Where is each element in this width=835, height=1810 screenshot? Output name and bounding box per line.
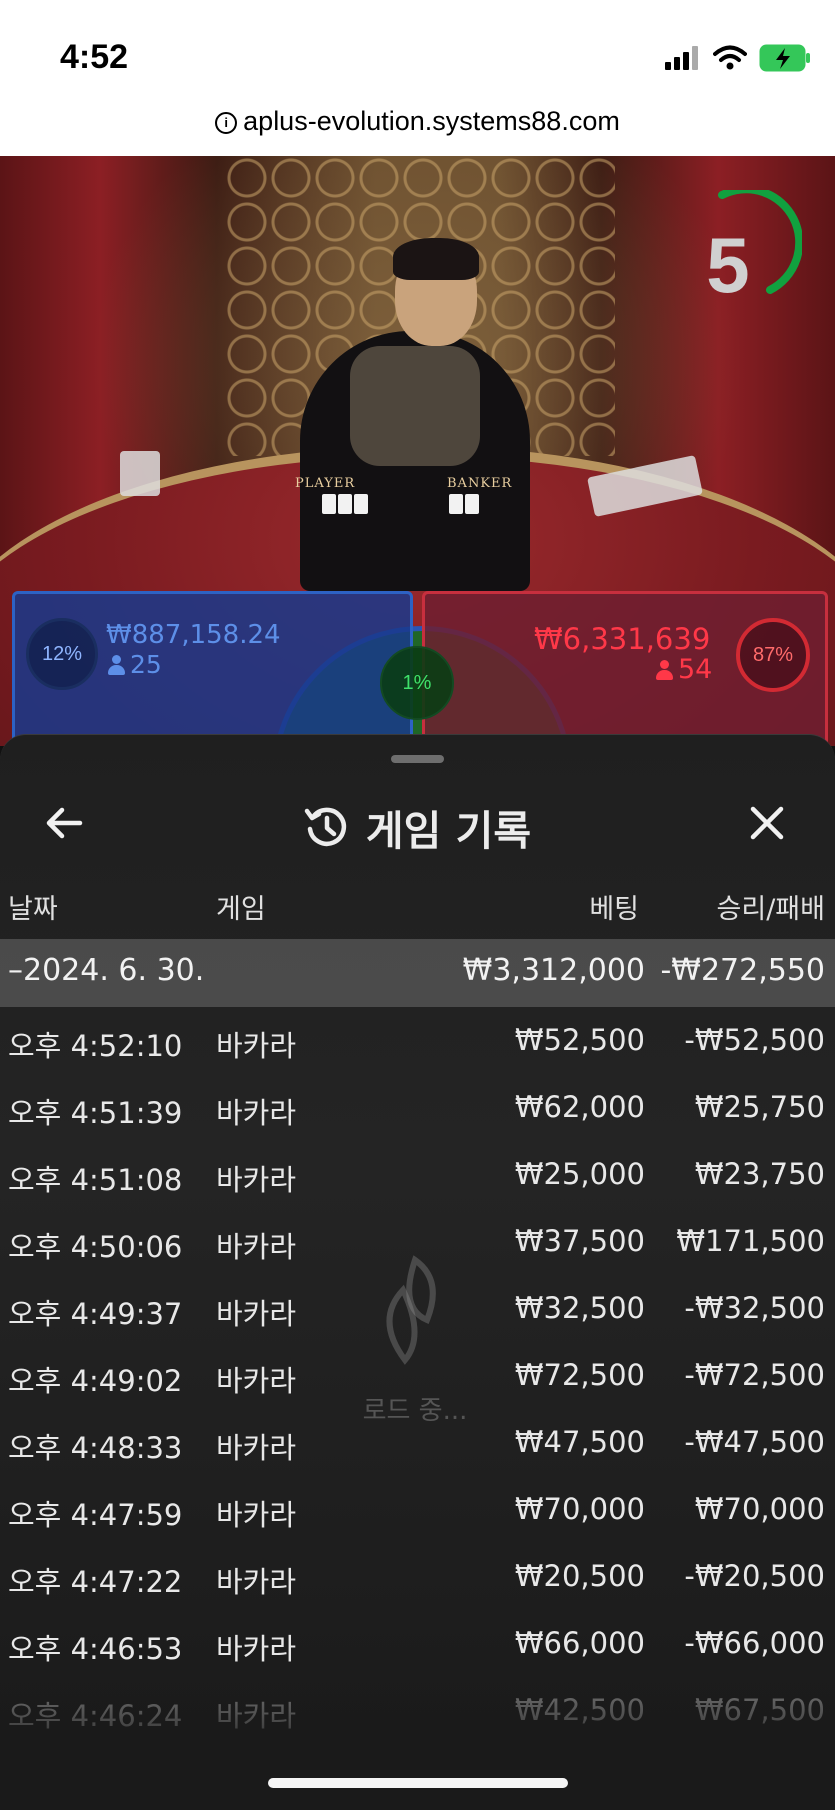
browser-url-bar[interactable]: i aplus-evolution.systems88.com [0, 106, 835, 137]
person-icon [108, 655, 125, 675]
countdown-number: 5 [706, 221, 750, 309]
history-icon [304, 807, 347, 847]
status-bar: 4:52 i aplus-evolution.systems88.com [0, 0, 835, 156]
group-date: –2024. 6. 30. [8, 953, 205, 988]
table-label-banker: BANKER [447, 476, 513, 491]
discard-tray [120, 451, 160, 496]
date-group-row[interactable]: –2024. 6. 30. ₩3,312,000 -₩272,550 [0, 939, 835, 1007]
column-header-game[interactable]: 게임 [216, 887, 266, 926]
history-row[interactable]: 오후 4:46:24 바카라 ₩42,500 ₩67,500 [0, 1677, 835, 1744]
group-result-total: -₩272,550 [660, 953, 825, 988]
game-history-sheet: 게임 기록 날짜 게임 베팅 승리/패배 –2024. 6. 30. ₩3,31… [0, 734, 835, 1810]
close-button[interactable] [743, 799, 791, 847]
home-indicator[interactable] [268, 1778, 568, 1788]
playing-card [322, 494, 336, 514]
info-icon[interactable]: i [215, 111, 238, 134]
banker-percent: 87% [736, 618, 810, 692]
sheet-header: 게임 기록 [0, 785, 835, 865]
sheet-title-text: 게임 기록 [365, 807, 532, 855]
group-bet-total: ₩3,312,000 [462, 953, 645, 988]
status-time: 4:52 [60, 38, 129, 76]
table-label-player: PLAYER [295, 476, 356, 491]
history-row[interactable]: 오후 4:47:22 바카라 ₩20,500 -₩20,500 [0, 1543, 835, 1610]
banker-bet-amount: ₩6,331,639 [534, 622, 711, 656]
history-row[interactable]: 오후 4:52:10 바카라 ₩52,500 -₩52,500 [0, 1007, 835, 1074]
playing-card [449, 494, 463, 514]
signal-icon [665, 46, 698, 70]
url-text: aplus-evolution.systems88.com [243, 106, 620, 136]
history-row[interactable]: 오후 4:50:06 바카라 ₩37,500 ₩171,500 [0, 1208, 835, 1275]
history-list: 오후 4:52:10 바카라 ₩52,500 -₩52,500 오후 4:51:39 바… [0, 1007, 835, 1744]
playing-card [354, 494, 368, 514]
playing-card [338, 494, 352, 514]
history-row[interactable]: 오후 4:49:02 바카라 ₩72,500 -₩72,500 [0, 1342, 835, 1409]
player-bettor-count: 25 [108, 650, 162, 679]
player-percent: 12% [26, 618, 98, 690]
status-icons [665, 44, 811, 72]
playing-card [465, 494, 479, 514]
battery-charging-icon [759, 44, 810, 72]
tie-percent: 1% [380, 646, 454, 720]
player-bet-amount: ₩887,158.24 [106, 620, 281, 650]
banker-bettor-count: 54 [656, 654, 712, 685]
column-headers: 날짜 게임 베팅 승리/패배 [0, 875, 835, 935]
history-row[interactable]: 오후 4:48:33 바카라 ₩47,500 -₩47,500 [0, 1409, 835, 1476]
history-row[interactable]: 오후 4:49:37 바카라 ₩32,500 -₩32,500 [0, 1275, 835, 1342]
history-row[interactable]: 오후 4:51:39 바카라 ₩62,000 ₩25,750 [0, 1074, 835, 1141]
wifi-icon [713, 45, 747, 70]
column-header-result[interactable]: 승리/패배 [717, 887, 825, 926]
person-icon [656, 660, 673, 680]
history-row[interactable]: 오후 4:46:53 바카라 ₩66,000 -₩66,000 [0, 1610, 835, 1677]
history-row[interactable]: 오후 4:51:08 바카라 ₩25,000 ₩23,750 [0, 1141, 835, 1208]
close-icon [750, 806, 784, 840]
sheet-drag-handle[interactable] [391, 755, 444, 763]
column-header-date[interactable]: 날짜 [8, 887, 58, 926]
column-header-bet[interactable]: 베팅 [589, 887, 639, 926]
history-row[interactable]: 오후 4:47:59 바카라 ₩70,000 ₩70,000 [0, 1476, 835, 1543]
sheet-title: 게임 기록 [0, 797, 835, 857]
